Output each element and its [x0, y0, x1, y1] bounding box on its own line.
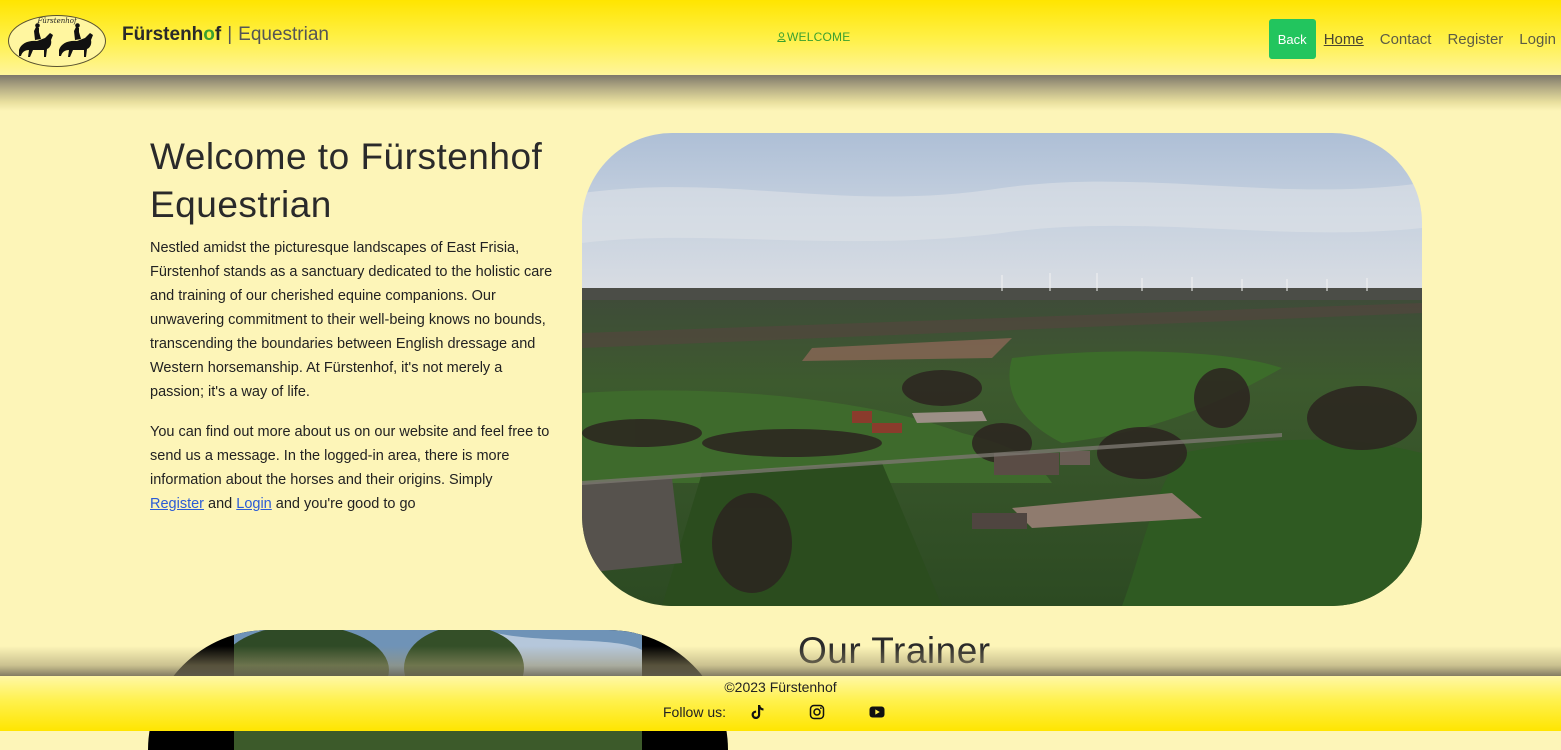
farm-aerial-photo [582, 133, 1422, 606]
brand-subtitle: Equestrian [238, 24, 329, 45]
register-link[interactable]: Register [150, 496, 204, 512]
login-link[interactable]: Login [236, 496, 271, 512]
hero-signup-end: and you're good to go [275, 496, 416, 512]
brand-name-part: Fürstenh [122, 24, 204, 45]
instagram-icon[interactable] [808, 703, 826, 721]
brand-title[interactable]: Fürstenhof | Equestrian [122, 24, 329, 46]
brand-name-part-end: f [214, 24, 222, 45]
logo-text: Fürstenhof [37, 17, 77, 25]
brand-name-accent: o [203, 24, 215, 45]
welcome-text: WELCOME [787, 30, 851, 44]
hero-signup-paragraph: You can find out more about us on our we… [150, 420, 560, 516]
tiktok-icon[interactable] [748, 703, 766, 721]
footer-shadow [0, 646, 1561, 676]
social-links: Follow us: [663, 703, 886, 721]
nav-login[interactable]: Login [1519, 31, 1556, 48]
brand-name: Fürstenhof [122, 24, 221, 45]
welcome-label: WELCOME [777, 30, 850, 44]
hero-intro-paragraph: Nestled amidst the picturesque landscape… [150, 240, 553, 400]
user-icon [777, 32, 786, 42]
main-nav: Back Home Contact Register Login [1268, 19, 1556, 59]
and-text: and [208, 496, 233, 512]
logo[interactable]: Fürstenhof [8, 15, 106, 67]
footer: ©2023 Fürstenhof Follow us: [0, 676, 1561, 731]
copyright-text: ©2023 Fürstenhof [724, 679, 837, 695]
back-button[interactable]: Back [1268, 19, 1316, 59]
nav-register[interactable]: Register [1447, 31, 1503, 48]
youtube-icon[interactable] [868, 703, 886, 721]
top-navbar: Fürstenhof Fürstenhof | Equestrian WELCOME… [0, 0, 1561, 75]
brand-separator: | [227, 24, 233, 45]
hero-title: Welcome to Fürstenhof Equestrian [150, 136, 543, 225]
hero-signup-text: You can find out more about us on our we… [150, 424, 550, 488]
header-shadow [0, 75, 1561, 111]
follow-label: Follow us: [663, 704, 727, 720]
nav-home[interactable]: Home [1324, 31, 1364, 48]
nav-contact[interactable]: Contact [1380, 31, 1432, 48]
